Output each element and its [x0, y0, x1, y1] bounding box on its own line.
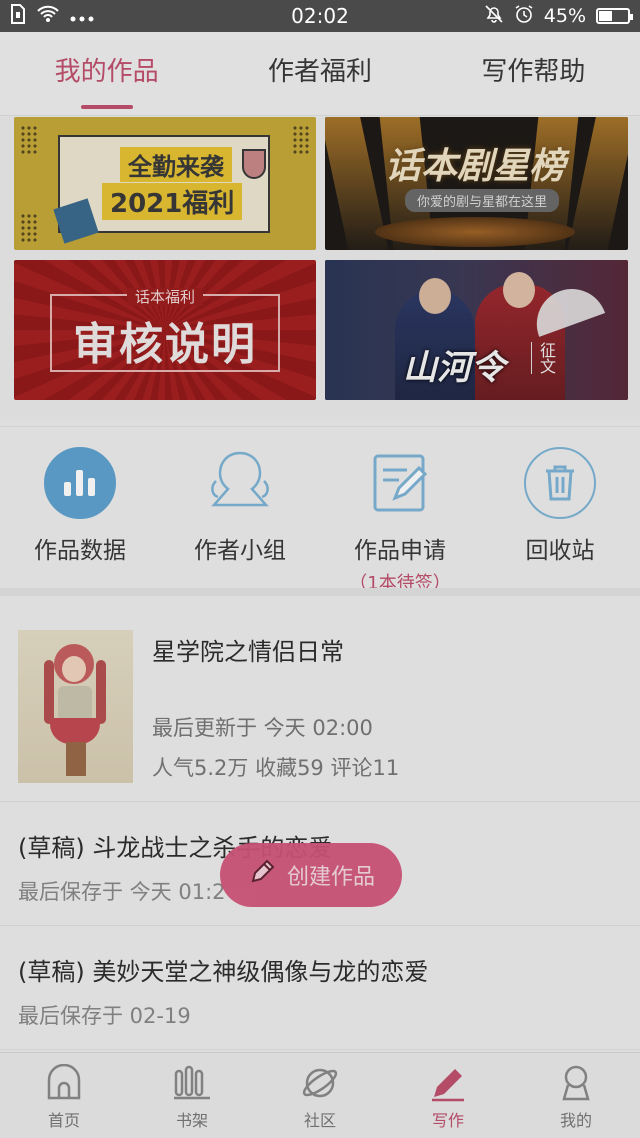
cover-art	[66, 742, 86, 776]
banner-review-tag-wrap: 话本福利	[14, 286, 316, 307]
section-divider	[0, 588, 640, 596]
draft-save-time: 最后保存于 今天 01:2	[18, 880, 226, 904]
tab-author-welfare[interactable]: 作者福利	[213, 32, 426, 115]
banner-welfare-line1: 全勤来袭	[120, 147, 232, 182]
action-label: 作品申请	[354, 538, 446, 564]
draft-save-time: 最后保存于 02-19	[18, 1004, 191, 1028]
banner-review-tag: 话本福利	[126, 288, 203, 306]
action-label: 作者小组	[194, 538, 286, 564]
stage	[375, 217, 575, 247]
planet-icon	[300, 1063, 340, 1103]
action-label: 回收站	[525, 538, 595, 564]
dot-pattern	[20, 125, 38, 155]
nav-label: 我的	[559, 1111, 592, 1130]
status-left	[10, 3, 94, 29]
nav-profile[interactable]: 我的	[512, 1053, 640, 1138]
quick-actions: 作品数据 作者小组 作品申请 （1本待签） 回收站	[0, 426, 640, 594]
create-work-button[interactable]: 创建作品	[220, 843, 402, 907]
cover-art	[50, 718, 100, 744]
nav-label: 写作	[431, 1111, 464, 1130]
banner-review-title: 审核说明	[73, 319, 257, 370]
works-list: 星学院之情侣日常 最后更新于 今天 02:00 人气5.2万 收藏59 评论11…	[0, 596, 640, 1052]
profile-icon	[556, 1063, 596, 1103]
battery-fill	[599, 11, 612, 21]
nav-write[interactable]: 写作	[384, 1053, 512, 1138]
status-bar: 02:02 45%	[0, 0, 640, 32]
trash-icon	[524, 447, 596, 519]
banner-grid: 全勤来袭 2021福利 话本剧星榜 你爱的剧与星都在这里 话本福利 审核说明 山…	[0, 117, 640, 417]
work-item[interactable]: 星学院之情侣日常 最后更新于 今天 02:00 人气5.2万 收藏59 评论11	[0, 596, 640, 802]
alarm-icon	[514, 4, 534, 29]
nav-bookshelf[interactable]: 书架	[128, 1053, 256, 1138]
tab-my-works[interactable]: 我的作品	[0, 32, 213, 115]
action-author-group[interactable]: 作者小组	[160, 427, 320, 588]
mute-icon	[484, 4, 504, 29]
action-recycle-bin[interactable]: 回收站	[480, 427, 640, 588]
top-tabs: 我的作品 作者福利 写作帮助	[0, 32, 640, 116]
tab-writing-help[interactable]: 写作帮助	[427, 32, 640, 115]
pencil-icon	[247, 857, 277, 893]
nav-home[interactable]: 首页	[0, 1053, 128, 1138]
work-stats: 人气5.2万 收藏59 评论11	[152, 756, 400, 780]
status-right: 45%	[484, 4, 633, 29]
pen-icon	[428, 1063, 468, 1103]
banner-star-rank-subtitle: 你爱的剧与星都在这里	[405, 189, 560, 212]
nav-community[interactable]: 社区	[256, 1053, 384, 1138]
banner-contest-title: 山河令	[403, 348, 505, 388]
banner-contest-tag: 征文	[531, 342, 558, 374]
banner-contest[interactable]: 山河令 征文	[325, 260, 628, 400]
group-icon	[204, 447, 276, 519]
wine-glass-icon	[242, 149, 266, 179]
battery-percent: 45%	[543, 5, 586, 27]
cover-art	[96, 660, 106, 724]
bar-chart-icon	[44, 447, 116, 519]
cover-art	[62, 656, 86, 682]
cover-art	[44, 660, 54, 724]
edit-doc-icon	[364, 447, 436, 519]
create-work-label: 创建作品	[286, 865, 375, 890]
nav-label: 书架	[175, 1111, 208, 1130]
work-cover	[18, 630, 133, 783]
nav-label: 首页	[47, 1111, 80, 1130]
sim-icon	[10, 3, 26, 29]
banner-welfare-line2: 2021福利	[102, 183, 243, 220]
bottom-nav: 首页 书架 社区 写作 我的	[0, 1052, 640, 1138]
action-work-data[interactable]: 作品数据	[0, 427, 160, 588]
battery-icon	[596, 8, 633, 24]
banner-welfare-2021[interactable]: 全勤来袭 2021福利	[14, 117, 316, 250]
work-title: 星学院之情侣日常	[152, 638, 344, 666]
action-label: 作品数据	[34, 538, 126, 564]
more-dots-icon	[70, 5, 94, 27]
banner-review-guide[interactable]: 话本福利 审核说明	[14, 260, 316, 400]
wifi-icon	[36, 5, 60, 28]
dot-pattern	[292, 125, 310, 155]
dot-pattern	[20, 213, 38, 243]
banner-star-rank-title: 话本剧星榜	[385, 146, 566, 187]
banner-star-rank[interactable]: 话本剧星榜 你爱的剧与星都在这里	[325, 117, 628, 250]
work-update-time: 最后更新于 今天 02:00	[152, 716, 373, 740]
draft-item[interactable]: (草稿) 美妙天堂之神级偶像与龙的恋爱 最后保存于 02-19	[0, 926, 640, 1050]
nav-label: 社区	[303, 1111, 336, 1130]
action-work-apply[interactable]: 作品申请 （1本待签）	[320, 427, 480, 594]
home-icon	[44, 1063, 84, 1103]
bookshelf-icon	[172, 1063, 212, 1103]
draft-title: (草稿) 美妙天堂之神级偶像与龙的恋爱	[18, 958, 429, 986]
